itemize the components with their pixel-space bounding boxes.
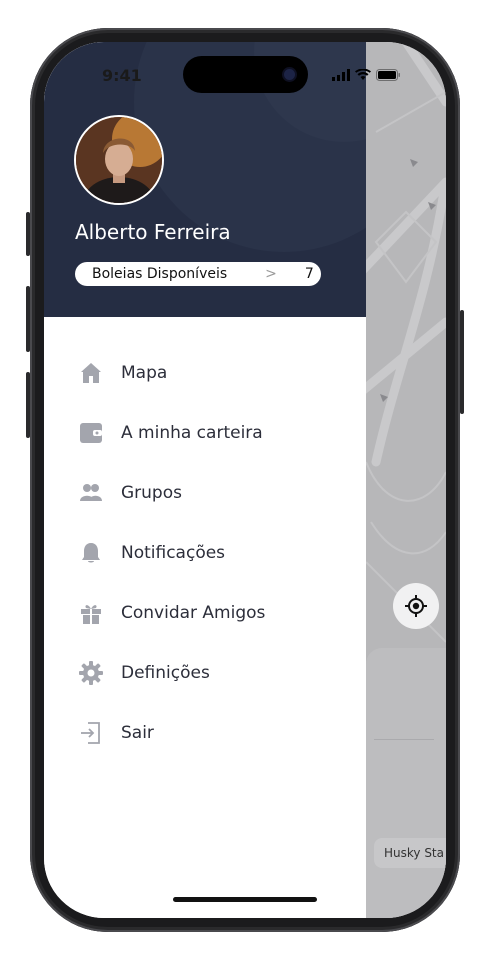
avatar[interactable]: [74, 115, 164, 205]
wifi-icon: [355, 69, 371, 80]
available-rides-count: 7: [304, 266, 314, 282]
battery-icon: [376, 69, 400, 81]
map-location-chip[interactable]: Husky Sta: [374, 838, 446, 868]
menu-item-label: A minha carteira: [121, 423, 263, 443]
side-drawer: 9:41 Alberto Ferreira Boleias Disponívei…: [44, 42, 366, 918]
phone-side-button: [26, 372, 30, 438]
map-card-divider: [374, 739, 434, 740]
menu-item-label: Notificações: [121, 543, 226, 563]
menu-item-carteira[interactable]: A minha carteira: [78, 418, 338, 448]
menu-item-mapa[interactable]: Mapa: [78, 358, 338, 388]
status-time: 9:41: [102, 66, 142, 85]
menu-item-definicoes[interactable]: Definições: [78, 658, 338, 688]
menu-item-label: Sair: [121, 723, 154, 743]
home-icon: [78, 360, 104, 386]
avatar-image: [76, 117, 162, 203]
available-rides-button[interactable]: Boleias Disponíveis > 7: [75, 262, 321, 286]
screen: Husky Sta 9:41 Alberto Ferreira Boleias …: [44, 42, 446, 918]
bell-icon: [78, 540, 104, 566]
user-name: Alberto Ferreira: [75, 220, 231, 244]
logout-icon: [78, 720, 104, 746]
available-rides-label: Boleias Disponíveis: [92, 266, 228, 282]
gift-icon: [78, 600, 104, 626]
menu-item-label: Mapa: [121, 363, 168, 383]
menu-item-notificacoes[interactable]: Notificações: [78, 538, 338, 568]
chevron-right-icon: >: [265, 266, 277, 282]
wallet-icon: [78, 420, 104, 446]
map-bottom-card[interactable]: [366, 648, 446, 918]
menu-item-convidar-amigos[interactable]: Convidar Amigos: [78, 598, 338, 628]
menu-item-label: Definições: [121, 663, 210, 683]
gear-icon: [78, 660, 104, 686]
phone-side-button: [26, 286, 30, 352]
phone-side-button: [26, 212, 30, 256]
menu-item-label: Grupos: [121, 483, 182, 503]
status-icons: [332, 69, 401, 81]
crosshair-icon: [405, 595, 427, 617]
locate-button[interactable]: [393, 583, 439, 629]
phone-side-button: [460, 310, 464, 414]
cellular-signal-icon: [332, 69, 350, 81]
menu-item-label: Convidar Amigos: [121, 603, 266, 623]
menu-item-grupos[interactable]: Grupos: [78, 478, 338, 508]
groups-icon: [78, 480, 104, 506]
front-camera: [284, 69, 295, 80]
home-indicator[interactable]: [173, 897, 317, 902]
menu-item-sair[interactable]: Sair: [78, 718, 338, 748]
